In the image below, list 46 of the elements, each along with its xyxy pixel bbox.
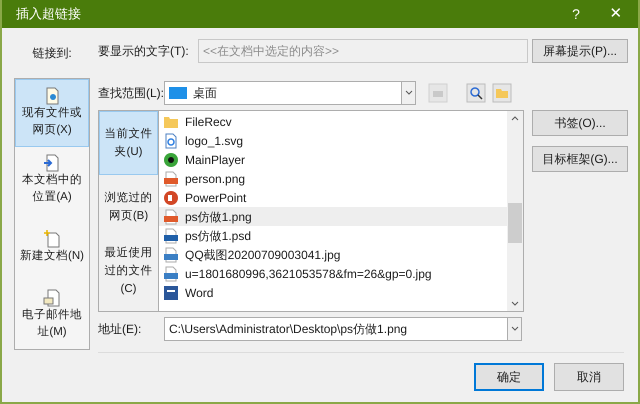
look-in-dropdown[interactable]: 桌面 — [164, 81, 416, 105]
help-button[interactable]: ? — [558, 4, 594, 24]
file-item[interactable]: PowerPoint — [159, 188, 507, 207]
image-file-icon — [163, 266, 179, 282]
file-item[interactable]: ps仿做1.psd — [159, 226, 507, 245]
file-item[interactable]: person.png — [159, 169, 507, 188]
image-file-icon — [163, 170, 179, 186]
dialog-button[interactable]: 确定 — [474, 363, 544, 391]
desktop-icon — [169, 87, 187, 99]
browse-nav-item[interactable]: 当前文件夹(U) — [99, 111, 158, 175]
image-file-icon — [163, 246, 179, 262]
scrollbar-thumb[interactable] — [508, 203, 522, 243]
image-file-icon — [163, 208, 179, 224]
screen-tip-button[interactable]: 屏幕提示(P)... — [532, 39, 628, 63]
file-item[interactable]: u=1801680996,3621053578&fm=26&gp=0.jpg — [159, 264, 507, 283]
document-arrow-icon — [43, 154, 61, 172]
file-item[interactable]: FileRecv — [159, 112, 507, 131]
side-button[interactable]: 书签(O)... — [532, 110, 628, 136]
link-to-item[interactable]: 现有文件或网页(X) — [15, 79, 89, 147]
file-item[interactable]: MainPlayer — [159, 150, 507, 169]
file-item[interactable]: logo_1.svg — [159, 131, 507, 150]
image-file-icon — [163, 228, 179, 244]
file-item[interactable]: Word — [159, 283, 507, 302]
document-envelope-icon — [43, 289, 61, 308]
close-button[interactable]: ✕ — [594, 2, 638, 26]
address-field[interactable]: C:\Users\Administrator\Desktop\ps仿做1.png — [164, 317, 522, 341]
dialog-button[interactable]: 取消 — [554, 363, 624, 391]
app-icon — [163, 190, 179, 206]
browse-nav-item[interactable]: 最近使用过的文件(C) — [99, 239, 158, 303]
window-title: 插入超链接 — [16, 5, 82, 24]
link-to-item[interactable]: 电子邮件地址(M) — [15, 282, 89, 350]
file-item[interactable]: ps仿做1.png — [159, 207, 507, 226]
new-document-icon — [43, 230, 61, 248]
display-text-label: 要显示的文字(T): — [98, 43, 190, 60]
scrollbar[interactable] — [507, 111, 523, 311]
browse-nav-item[interactable]: 浏览过的网页(B) — [99, 175, 158, 239]
document-icon — [163, 132, 179, 148]
link-to-label: 链接到: — [32, 45, 72, 62]
file-item[interactable]: QQ截图20200709003041.jpg — [159, 245, 507, 264]
link-to-item[interactable]: 本文档中的位置(A) — [15, 146, 89, 214]
app-icon — [163, 152, 179, 168]
link-to-item[interactable]: 新建文档(N) — [15, 214, 89, 282]
address-label: 地址(E): — [98, 321, 142, 338]
web-search-icon[interactable] — [466, 83, 486, 103]
app-icon — [163, 284, 179, 300]
side-button[interactable]: 目标框架(G)... — [532, 146, 628, 172]
